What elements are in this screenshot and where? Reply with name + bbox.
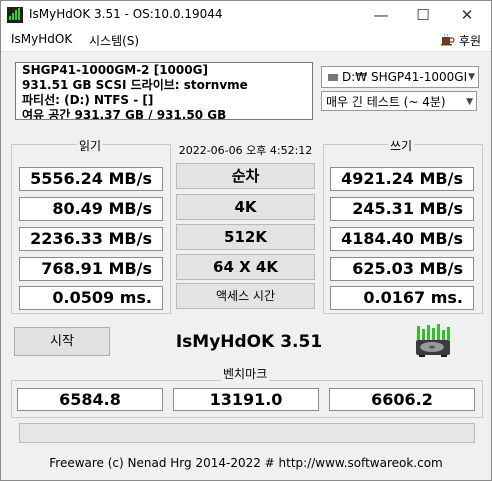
label-access-time: 액세스 시간: [176, 283, 315, 309]
drive-model: SHGP41-1000GM-2 [1000G]: [22, 63, 208, 77]
label-4k: 4K: [176, 194, 315, 220]
read-64x4k-value: 768.91 MB/s: [19, 257, 163, 281]
app-icon: [7, 7, 23, 23]
window-title: IsMyHdOK 3.51 - OS:10.0.19044: [29, 7, 223, 21]
chevron-down-icon: ▼: [468, 72, 475, 82]
menu-system[interactable]: 시스템(S): [89, 32, 139, 49]
label-sequential: 순차: [176, 163, 315, 189]
read-label: 읽기: [77, 137, 104, 154]
footer-text[interactable]: Freeware (c) Nenad Hrg 2014-2022 # http:…: [1, 456, 491, 470]
benchmark-label: 벤치마크: [221, 365, 270, 382]
progress-bar: [19, 423, 475, 443]
benchmark-read-score: 6584.8: [17, 388, 163, 411]
write-64x4k-value: 625.03 MB/s: [330, 257, 474, 281]
drive-select[interactable]: D:₩ SHGP41-1000GM-2 ▼: [321, 66, 479, 88]
coffee-cup-icon: [441, 33, 455, 46]
write-label: 쓰기: [388, 137, 415, 154]
chevron-down-icon: ▼: [466, 97, 473, 107]
read-4k-value: 80.49 MB/s: [19, 197, 163, 221]
read-sequential-value: 5556.24 MB/s: [19, 167, 163, 191]
menu-bar: IsMyHdOK 시스템(S) 후원: [1, 29, 491, 52]
drive-select-value: D:₩ SHGP41-1000GM-2: [342, 70, 466, 84]
drive-icon: [328, 74, 338, 81]
label-64x4k: 64 X 4K: [176, 254, 315, 280]
write-4k-value: 245.31 MB/s: [330, 197, 474, 221]
write-512k-value: 4184.40 MB/s: [330, 227, 474, 251]
test-duration-select[interactable]: 매우 긴 테스트 (~ 4분) ▼: [321, 91, 477, 111]
write-sequential-value: 4921.24 MB/s: [330, 167, 474, 191]
test-timestamp: 2022-06-06 오후 4:52:12: [178, 144, 313, 157]
minimize-button[interactable]: —: [359, 1, 403, 29]
read-512k-value: 2236.33 MB/s: [19, 227, 163, 251]
app-name: IsMyHdOK 3.51: [175, 332, 323, 352]
drive-partition: 파티선: (D:) NTFS - []: [22, 93, 154, 107]
close-button[interactable]: ✕: [445, 1, 489, 29]
title-bar[interactable]: IsMyHdOK 3.51 - OS:10.0.19044 — ☐ ✕: [1, 1, 491, 29]
label-512k: 512K: [176, 224, 315, 250]
read-access-time-value: 0.0509 ms.: [19, 286, 163, 310]
benchmark-total-score: 13191.0: [173, 388, 319, 411]
drive-free-space: 여유 공간 931.37 GB / 931.50 GB: [22, 108, 227, 120]
donate-button[interactable]: 후원: [441, 32, 481, 49]
start-button[interactable]: 시작: [14, 327, 110, 356]
menu-ismyhdok[interactable]: IsMyHdOK: [11, 32, 72, 46]
hdd-logo-icon: [416, 324, 450, 357]
drive-capacity: 931.51 GB SCSI 드라이브: stornvme: [22, 78, 248, 92]
drive-info-box: SHGP41-1000GM-2 [1000G] 931.51 GB SCSI 드…: [15, 62, 313, 120]
donate-label: 후원: [458, 34, 481, 48]
app-window: IsMyHdOK 3.51 - OS:10.0.19044 — ☐ ✕ IsMy…: [0, 0, 492, 481]
maximize-button[interactable]: ☐: [401, 1, 445, 29]
benchmark-write-score: 6606.2: [329, 388, 475, 411]
write-access-time-value: 0.0167 ms.: [330, 286, 474, 310]
test-duration-value: 매우 긴 테스트 (~ 4분): [326, 95, 446, 109]
